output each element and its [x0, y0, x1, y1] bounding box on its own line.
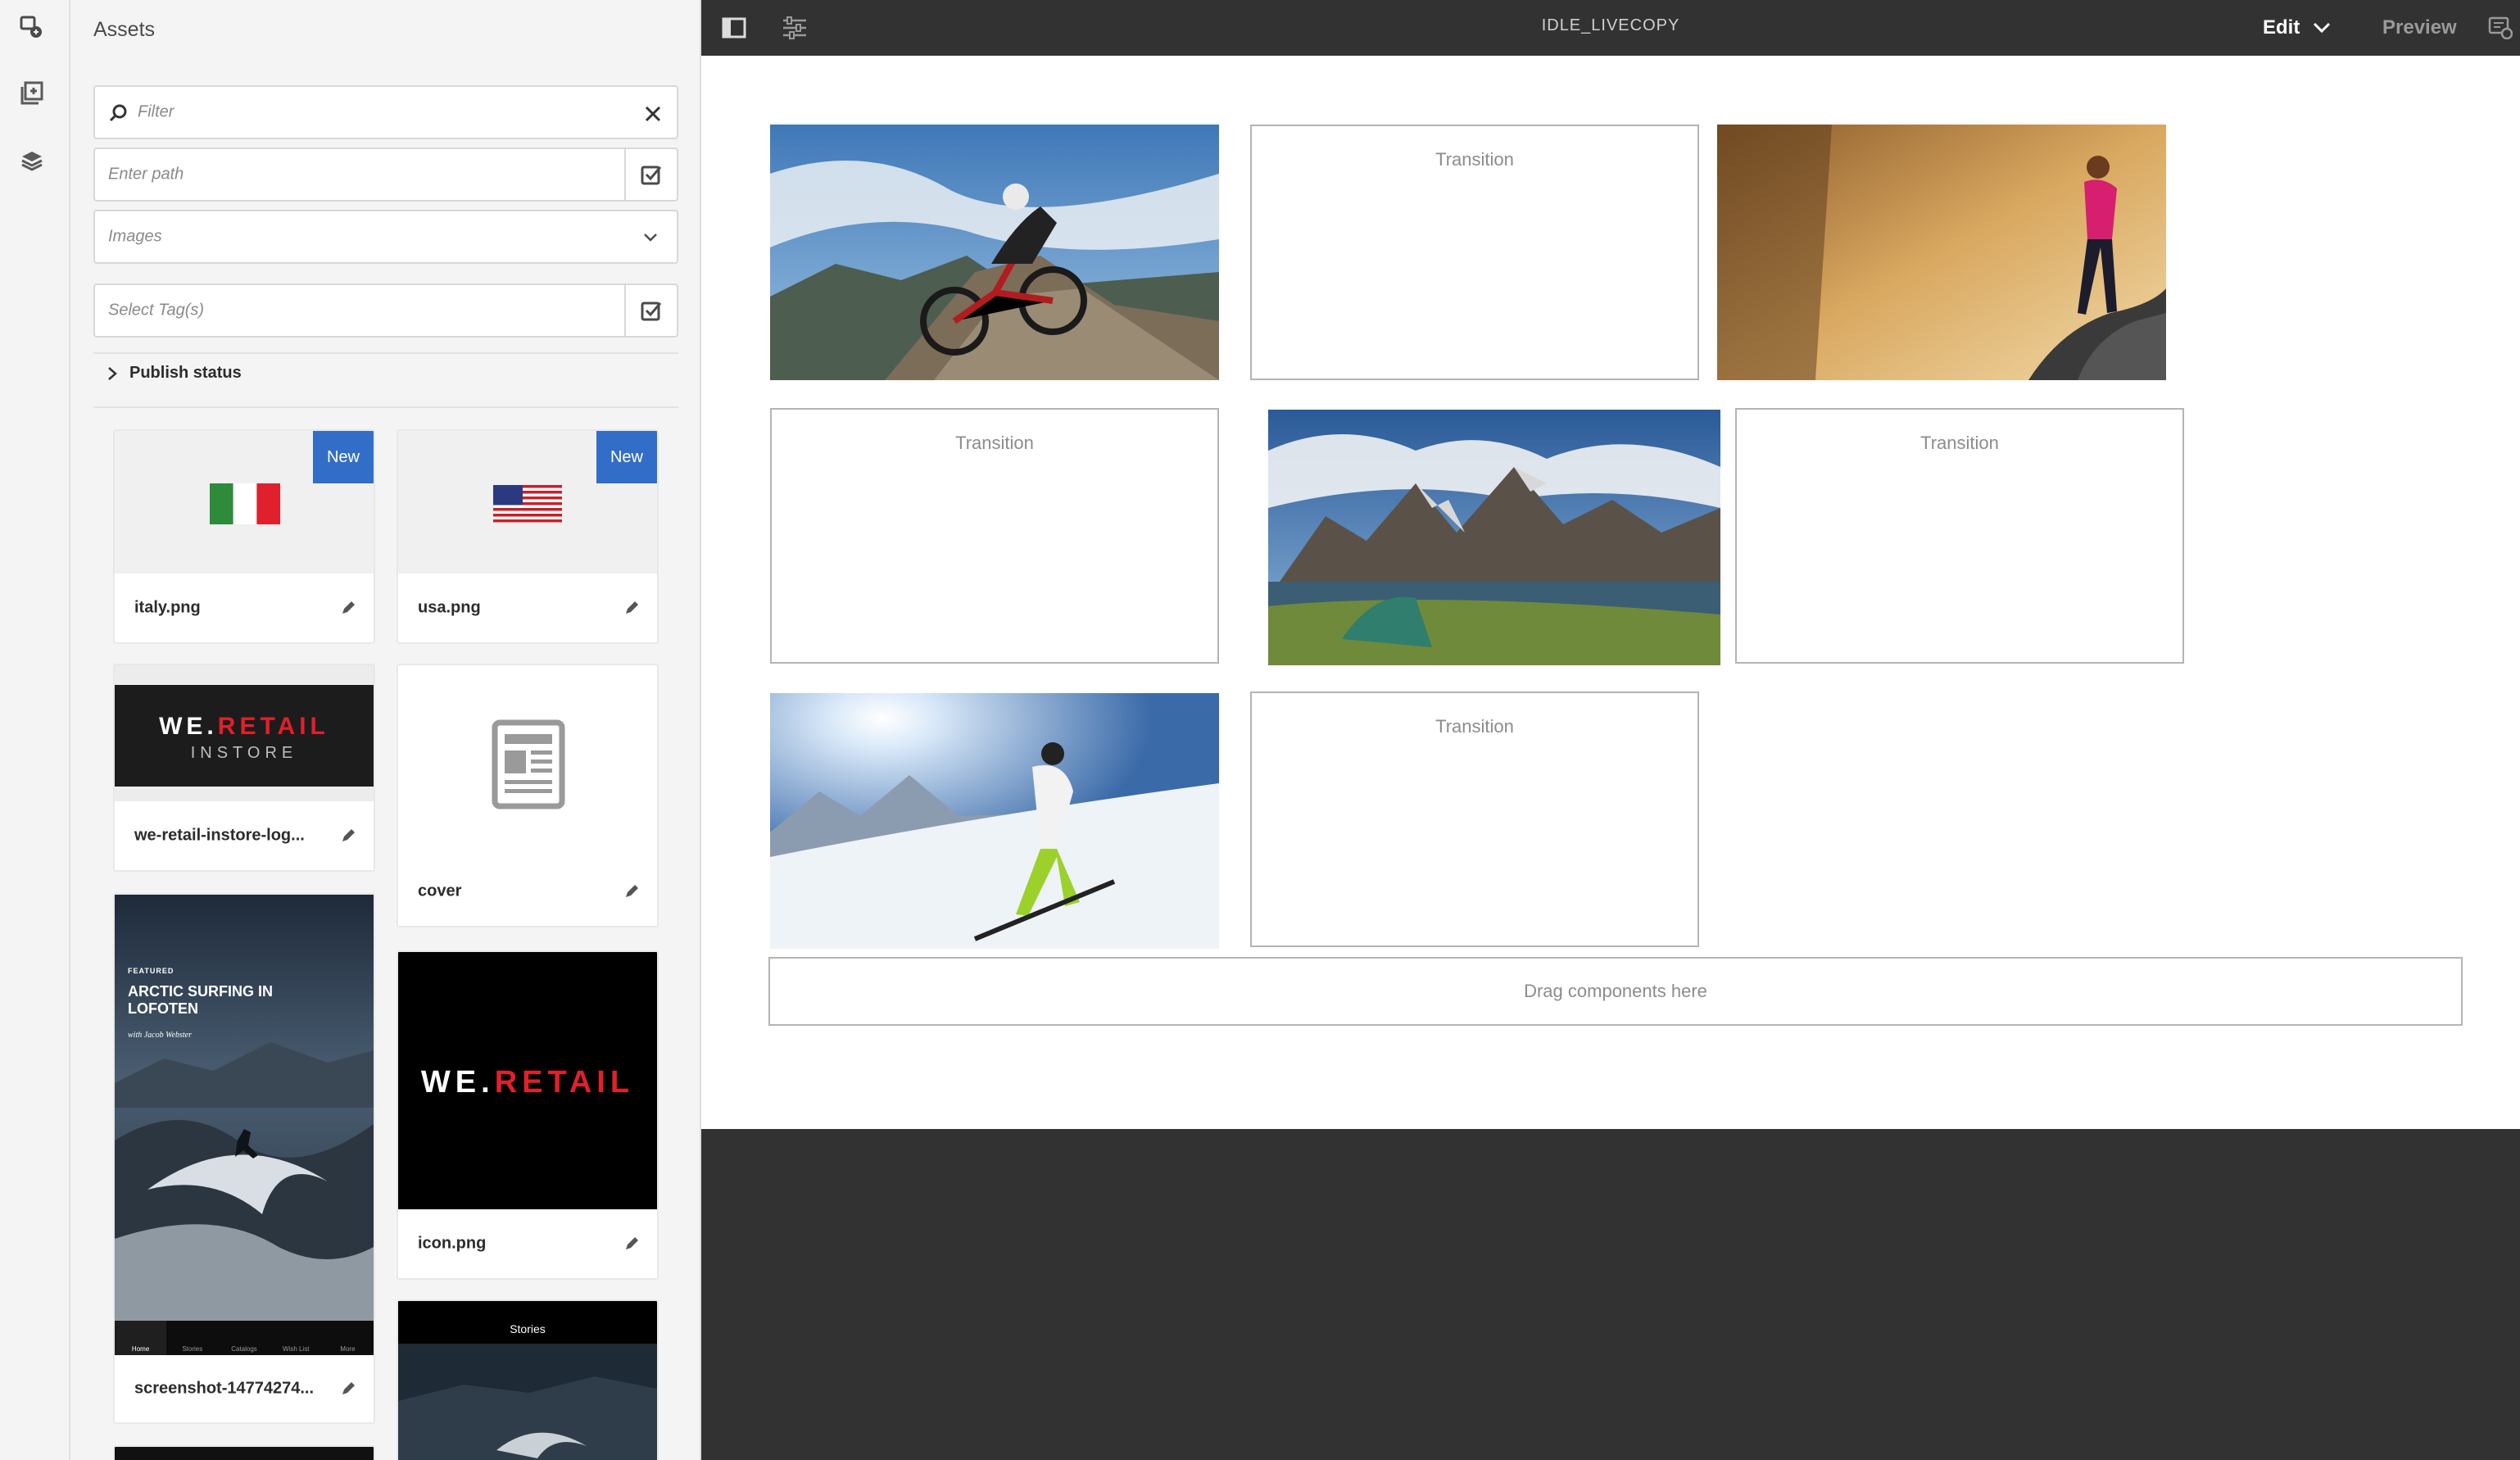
mode-dropdown[interactable]: Edit: [2263, 11, 2331, 44]
new-badge: New: [596, 431, 657, 483]
assets-panel: Assets Filter Enter path Images Select T…: [70, 0, 701, 1460]
asset-thumbnail: Stories: [398, 1301, 657, 1460]
italy-flag-thumbnail: [210, 483, 280, 524]
stories-thumbnail: [398, 1344, 657, 1460]
transition-label: Transition: [955, 433, 1034, 453]
transition-placeholder[interactable]: Transition: [1735, 408, 2184, 664]
asset-card[interactable]: WE.RETAIL INSTORE we-retail-instore-log.…: [113, 664, 375, 872]
asset-footer: we-retail-instore-log...: [115, 801, 374, 870]
asset-type-value: Images: [108, 227, 162, 246]
image-component-woman-running[interactable]: [1717, 125, 2166, 380]
document-icon: [492, 719, 565, 809]
tags-picker-button[interactable]: [624, 285, 677, 336]
asset-name: screenshot-14774274...: [134, 1379, 315, 1398]
tent-in-mountains-image: [1268, 410, 1720, 665]
usa-flag-thumbnail: [493, 485, 562, 523]
we-retail-logo-thumbnail: WE.RETAIL: [420, 1065, 635, 1100]
image-component-mountain-biker[interactable]: [770, 125, 1219, 380]
image-component-tent-in-mountains[interactable]: [1268, 410, 1720, 665]
asset-name: italy.png: [134, 598, 201, 617]
asset-thumbnail: New: [398, 431, 657, 577]
editor-topbar: IDLE_LIVECOPY Edit Preview: [701, 0, 2520, 56]
path-input[interactable]: Enter path: [108, 165, 184, 184]
page-title: IDLE_LIVECOPY: [1541, 16, 1680, 34]
transition-placeholder[interactable]: Transition: [1250, 691, 1699, 947]
edit-pencil-icon[interactable]: [619, 879, 644, 904]
asset-card[interactable]: cover: [397, 664, 659, 927]
image-component-skier[interactable]: [770, 693, 1219, 949]
asset-card[interactable]: New usa.png: [397, 429, 659, 644]
annotations-icon[interactable]: [2484, 11, 2517, 44]
clear-filter-icon[interactable]: [644, 105, 662, 127]
asset-footer: screenshot-14774274...: [115, 1355, 374, 1422]
asset-type-select[interactable]: Images: [93, 210, 678, 264]
path-browse-button[interactable]: [624, 149, 677, 200]
skier-image: [770, 693, 1219, 949]
edit-pencil-icon[interactable]: [619, 1231, 644, 1256]
chevron-down-icon: [642, 229, 659, 250]
asset-card[interactable]: FEATURED ARCTIC SURFING IN LOFOTEN with …: [113, 893, 375, 1424]
search-icon: [108, 103, 128, 127]
asset-name: we-retail-instore-log...: [134, 826, 305, 845]
asset-thumbnail: New: [115, 431, 374, 577]
we-retail-instore-logo-thumbnail: WE.RETAIL INSTORE: [115, 685, 374, 787]
tags-input[interactable]: Select Tag(s): [108, 302, 204, 320]
publish-status-toggle[interactable]: Publish status: [107, 364, 242, 383]
edit-pencil-icon[interactable]: [336, 823, 360, 848]
page-canvas: Transition Transition Transition Transit…: [701, 56, 2520, 1129]
content-tree-icon[interactable]: [16, 144, 48, 177]
transition-placeholder[interactable]: Transition: [1250, 125, 1699, 380]
chevron-down-icon: [2314, 22, 2331, 34]
asset-card[interactable]: [113, 1445, 375, 1460]
checkbox-select-icon: [641, 302, 662, 321]
filter-field[interactable]: Filter: [93, 85, 678, 139]
edit-pencil-icon[interactable]: [619, 596, 644, 620]
transition-placeholder[interactable]: Transition: [770, 408, 1219, 664]
new-badge: New: [313, 431, 374, 483]
divider: [93, 352, 678, 354]
arctic-surfing-screenshot-thumbnail: [115, 895, 374, 1358]
asset-name: cover: [418, 882, 462, 900]
publish-status-label: Publish status: [129, 364, 242, 382]
asset-card[interactable]: New italy.png: [113, 429, 375, 644]
side-rail: [0, 0, 70, 1460]
tags-field[interactable]: Select Tag(s): [93, 283, 678, 338]
mode-label: Edit: [2263, 16, 2300, 39]
chevron-right-icon: [108, 366, 117, 380]
surf-tab-bar: Home Stories Catalogs Wish List More: [131, 1345, 356, 1353]
asset-card[interactable]: Stories: [397, 1299, 659, 1460]
asset-name: usa.png: [418, 598, 481, 617]
transition-label: Transition: [1435, 716, 1514, 737]
mountain-biker-image: [770, 125, 1219, 380]
transition-label: Transition: [1920, 433, 1999, 453]
checkbox-select-icon: [641, 165, 662, 185]
asset-footer: cover: [398, 857, 657, 926]
asset-thumbnail: [398, 665, 657, 860]
edit-pencil-icon[interactable]: [336, 596, 360, 620]
filter-input[interactable]: Filter: [138, 103, 174, 122]
asset-thumbnail: FEATURED ARCTIC SURFING IN LOFOTEN with …: [115, 895, 374, 1358]
panel-title: Assets: [93, 18, 156, 41]
woman-running-image: [1717, 125, 2166, 380]
edit-pencil-icon[interactable]: [336, 1376, 360, 1401]
asset-thumbnail: WE.RETAIL: [398, 952, 657, 1213]
path-field[interactable]: Enter path: [93, 147, 678, 202]
transition-label: Transition: [1435, 149, 1514, 170]
preview-button[interactable]: Preview: [2382, 11, 2457, 44]
divider: [93, 406, 678, 408]
asset-card[interactable]: WE.RETAIL icon.png: [397, 950, 659, 1280]
asset-thumbnail: WE.RETAIL INSTORE: [115, 665, 374, 803]
asset-footer: italy.png: [115, 574, 374, 642]
drop-components-zone[interactable]: Drag components here: [768, 957, 2463, 1026]
components-icon[interactable]: [16, 77, 48, 110]
asset-footer: usa.png: [398, 574, 657, 642]
asset-footer: icon.png: [398, 1209, 657, 1278]
assets-icon[interactable]: [16, 11, 48, 44]
asset-name: icon.png: [418, 1234, 487, 1253]
